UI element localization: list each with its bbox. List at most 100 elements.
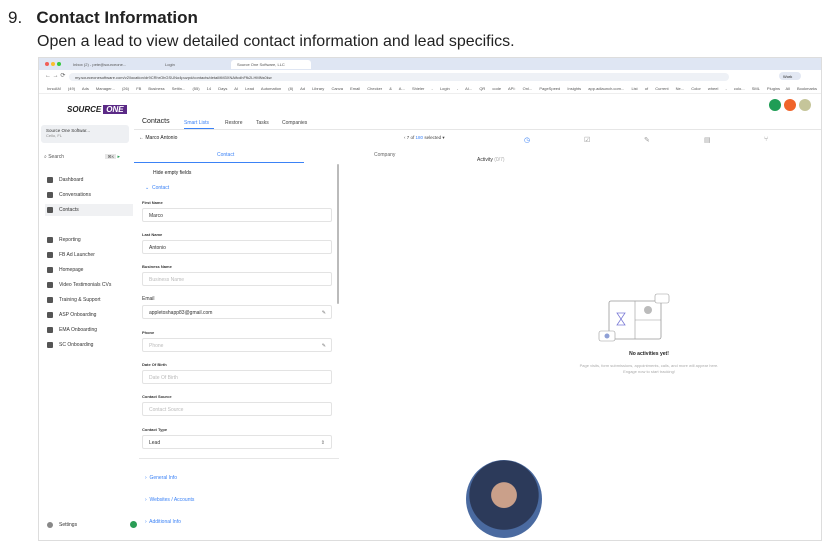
scrollbar[interactable] [337,164,339,304]
empty-activity-text: Page visits, form submissions, appointme… [579,363,719,374]
bookmark[interactable]: List of Current Ne... [631,86,684,91]
nav-video-testimonials[interactable]: Video Testimonials CVs [45,279,133,291]
ad-icon [47,252,53,258]
notes-icon[interactable]: ✎ [644,136,650,144]
bookmark[interactable]: (55) 14 Days [192,86,227,91]
bookmark[interactable]: (49) Ads Manager... [68,86,115,91]
pager[interactable]: ‹ 7 of 180 selected ▾ [404,135,445,141]
nav-contacts[interactable]: Contacts [45,204,133,216]
tab-contact[interactable]: Contact [217,152,234,158]
nav-asp-onboarding[interactable]: ASP Onboarding [45,309,133,321]
edit-icon: ✎ [321,310,326,316]
browser-tab-active[interactable]: Source One Software, LLC [231,60,311,69]
gear-icon [47,522,53,528]
section-general-info[interactable]: › General Info [145,475,177,481]
browser-tab[interactable]: Login [159,60,229,69]
nav-dashboard[interactable]: Dashboard [45,174,133,186]
bookmark[interactable]: AI Lead Automation [234,86,281,91]
page-title: Contacts [142,118,170,125]
step-heading: 9. Contact Information [8,8,198,27]
minimize-window-icon[interactable] [51,62,55,66]
tab-companies[interactable]: Companies [282,120,307,126]
activity-icon[interactable]: ◷ [524,136,530,144]
nav-fb-ad-launcher[interactable]: FB Ad Launcher [45,249,133,261]
call-button[interactable] [769,99,781,111]
tasks-icon[interactable]: ☑ [584,136,590,144]
url-input[interactable]: my.sourceonesoftware.com/v2/location/dr9… [69,73,729,81]
search-shortcut: ⌘K [105,154,117,159]
bookmarks-bar: InnoAM (49) Ads Manager... (26) FB Busin… [39,83,821,94]
tab-company[interactable]: Company [374,152,395,158]
contact-type-select[interactable]: Lead ⇕ [142,435,332,449]
bulb-icon [47,327,53,333]
activity-title: Activity (0/7) [477,157,505,163]
field-dob: Date Of Birth Date Of Birth [142,362,332,384]
business-name-input[interactable]: Business Name [142,272,332,286]
email-input[interactable]: appletoshapp83@gmail.com ✎ [142,305,332,319]
first-name-input[interactable]: Marco [142,208,332,222]
search-button[interactable]: ⌕ Search ⌘K ▸ [44,154,120,160]
field-contact-type: Contact Type Lead ⇕ [142,427,332,449]
account-switcher[interactable]: Source One Softwar... Cello, FL [41,125,129,143]
bookmark[interactable]: InnoAM [47,86,61,91]
bookmark[interactable]: Color wheel - colo... [691,86,744,91]
home-icon [47,267,53,273]
nav-conversations[interactable]: Conversations [45,189,133,201]
extra-action-button[interactable] [799,99,811,111]
section-websites-accounts[interactable]: › Websites / Accounts [145,497,194,503]
browser-tab[interactable]: Inbox (2) - pete@sourceone... [67,60,157,69]
browser-tab-bar: Inbox (2) - pete@sourceone... Login Sour… [39,58,821,70]
bookmark[interactable]: QR code API: Onl... [479,86,532,91]
tab-restore[interactable]: Restore [225,120,243,126]
notification-button[interactable] [784,99,796,111]
car-icon [47,312,53,318]
nav-training-support[interactable]: Training & Support [45,294,133,306]
close-window-icon[interactable] [45,62,49,66]
field-email: Email appletoshapp83@gmail.com ✎ [142,296,332,319]
nav-ema-onboarding[interactable]: EMA Onboarding [45,324,133,336]
back-to-contacts[interactable]: ← Marco Antonio [139,135,177,141]
step-description: Open a lead to view detailed contact inf… [37,33,515,50]
dashboard-icon [47,177,53,183]
chat-icon [47,192,53,198]
section-additional-info[interactable]: › Additional Info [145,519,181,525]
maximize-window-icon[interactable] [57,62,61,66]
nav-sc-onboarding[interactable]: SC Onboarding [45,339,133,351]
field-business-name: Business Name Business Name [142,264,332,286]
field-first-name: First Name Marco [142,200,332,222]
last-name-input[interactable]: Antonio [142,240,332,254]
field-phone: Phone Phone ✎ [142,330,332,352]
workflow-icon[interactable]: ⑂ [764,136,768,143]
documents-icon[interactable]: ▤ [704,136,711,144]
bookmark[interactable]: PageSpeed Insights [539,86,581,91]
empty-activity-title: No activities yet! [629,351,669,357]
tab-smart-lists[interactable]: Smart Lists [184,120,209,126]
logo: SOURCE ONE [67,105,127,114]
bookmark[interactable]: Shieler - Login - AI... [412,86,472,91]
hide-empty-fields-toggle[interactable]: Hide empty fields [153,170,191,176]
bookmark[interactable]: Canva [331,86,343,91]
account-location: Cello, FL [46,133,63,138]
network-icon [47,342,53,348]
contact-tab-indicator [134,162,304,163]
dob-input[interactable]: Date Of Birth [142,370,332,384]
bookmark[interactable]: (8) Ad Library [288,86,324,91]
section-contact[interactable]: ⌄ Contact [145,185,169,191]
nav-arrows-icon[interactable]: ← → ⟳ [45,72,65,79]
contact-source-input[interactable]: Contact Source [142,402,332,416]
phone-input[interactable]: Phone ✎ [142,338,332,352]
nav-reporting[interactable]: Reporting [45,234,133,246]
notification-badge[interactable] [130,521,137,528]
nav-homepage[interactable]: Homepage [45,264,133,276]
contacts-icon [47,207,53,213]
field-contact-source: Contact Source Contact Source [142,394,332,416]
bookmark[interactable]: (26) FB Business Settin... [122,86,185,91]
bookmark[interactable]: SML Plugins [752,86,780,91]
bookmark[interactable]: Email Checker & A... [350,86,405,91]
all-bookmarks[interactable]: All Bookmarks [785,86,817,91]
bookmark[interactable]: app.adlaunch.com... [588,86,624,91]
profile-button[interactable]: Work [779,72,801,80]
help-icon [47,297,53,303]
nav-settings[interactable]: Settings [45,519,133,531]
tab-tasks[interactable]: Tasks [256,120,269,126]
